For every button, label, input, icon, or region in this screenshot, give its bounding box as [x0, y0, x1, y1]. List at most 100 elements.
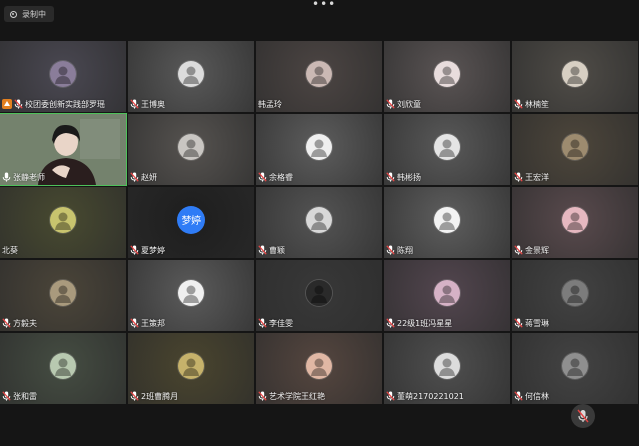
participant-tile[interactable]: 王博奥 — [128, 41, 254, 112]
participant-name: 夏梦婷 — [141, 245, 165, 255]
participant-tile[interactable]: 王宏洋 — [512, 114, 638, 185]
more-dots-icon[interactable]: ••• — [312, 0, 335, 11]
muted-mic-icon — [14, 99, 23, 109]
participant-tile[interactable]: 韩彬扬 — [384, 114, 510, 185]
muted-mic-icon — [130, 99, 139, 109]
muted-mic-icon — [514, 318, 523, 328]
participant-name: 李佳雯 — [269, 318, 293, 328]
muted-mic-icon[interactable] — [571, 404, 595, 428]
participant-name-label: 校团委创新实践部罗瑶 — [2, 98, 105, 110]
participant-name-label: 王策邦 — [130, 317, 165, 329]
participant-tile[interactable]: 艺术学院王红艳 — [256, 333, 382, 404]
participant-name-label: 林楠笙 — [514, 98, 549, 110]
participant-name: 曹颖 — [269, 245, 285, 255]
participant-name-label: 韩孟玲 — [258, 98, 282, 110]
participant-name: 董萌2170221021 — [397, 391, 464, 401]
muted-mic-icon — [258, 245, 267, 255]
participant-tile[interactable]: 2班曹腾月 — [128, 333, 254, 404]
muted-mic-icon — [514, 172, 523, 182]
participant-tile[interactable]: 梦婷 夏梦婷 — [128, 187, 254, 258]
muted-mic-icon — [130, 391, 139, 401]
participant-tile[interactable]: 余格睿 — [256, 114, 382, 185]
avatar — [434, 133, 460, 160]
participant-name: 王博奥 — [141, 99, 165, 109]
participant-tile[interactable]: 董萌2170221021 — [384, 333, 510, 404]
recording-label: 录制中 — [22, 9, 46, 19]
participant-name: 张静老师 — [13, 172, 45, 182]
participant-name-label: 艺术学院王红艳 — [258, 390, 325, 402]
muted-mic-icon — [2, 318, 11, 328]
avatar — [50, 352, 76, 379]
avatar — [306, 206, 332, 233]
participant-tile[interactable]: 刘欣童 — [384, 41, 510, 112]
participant-name: 余格睿 — [269, 172, 293, 182]
participant-name: 蒋雪琳 — [525, 318, 549, 328]
avatar — [562, 133, 588, 160]
mic-icon — [2, 172, 11, 182]
avatar — [434, 206, 460, 233]
participant-tile[interactable]: 金景辉 — [512, 187, 638, 258]
muted-mic-icon — [258, 391, 267, 401]
participant-name: 陈翔 — [397, 245, 413, 255]
participant-name: 林楠笙 — [525, 99, 549, 109]
participant-tile[interactable]: 校团委创新实践部罗瑶 — [0, 41, 126, 112]
avatar — [562, 352, 588, 379]
participant-tile[interactable]: 22级1班冯星星 — [384, 260, 510, 331]
participant-tile[interactable]: 方毅夫 — [0, 260, 126, 331]
avatar — [306, 279, 332, 306]
muted-mic-icon — [514, 99, 523, 109]
participant-name: 王宏洋 — [525, 172, 549, 182]
participant-name-label: 李佳雯 — [258, 317, 293, 329]
participant-name-label: 韩彬扬 — [386, 171, 421, 183]
participant-tile[interactable]: 何信林 — [512, 333, 638, 404]
muted-mic-icon — [386, 99, 395, 109]
muted-mic-icon — [130, 172, 139, 182]
participant-name-label: 2班曹腾月 — [130, 390, 178, 402]
muted-mic-icon — [130, 245, 139, 255]
participant-tile[interactable]: 张静老师 — [0, 113, 127, 186]
participant-name: 22级1班冯星星 — [397, 318, 453, 328]
participant-tile[interactable]: 李佳雯 — [256, 260, 382, 331]
participant-name: 王策邦 — [141, 318, 165, 328]
avatar — [562, 279, 588, 306]
participant-name: 金景辉 — [525, 245, 549, 255]
muted-mic-icon — [514, 391, 523, 401]
participant-name: 刘欣童 — [397, 99, 421, 109]
participant-name-label: 金景辉 — [514, 244, 549, 256]
participant-name-label: 曹颖 — [258, 244, 285, 256]
avatar — [434, 352, 460, 379]
participant-name: 2班曹腾月 — [141, 391, 179, 401]
recording-indicator[interactable]: 录制中 — [4, 6, 54, 22]
participant-tile[interactable]: 林楠笙 — [512, 41, 638, 112]
participant-tile[interactable]: 韩孟玲 — [256, 41, 382, 112]
muted-mic-icon — [386, 172, 395, 182]
participant-tile[interactable]: 张和雷 — [0, 333, 126, 404]
participant-tile[interactable]: 赵妍 — [128, 114, 254, 185]
muted-mic-icon — [130, 318, 139, 328]
participant-tile[interactable]: 陈翔 — [384, 187, 510, 258]
participant-name: 韩孟玲 — [258, 99, 282, 109]
muted-mic-icon — [514, 245, 523, 255]
participant-name: 校团委创新实践部罗瑶 — [25, 99, 105, 109]
avatar — [434, 60, 460, 87]
top-bar: 录制中 ••• — [0, 0, 639, 32]
muted-mic-icon — [386, 391, 395, 401]
participant-name-label: 22级1班冯星星 — [386, 317, 452, 329]
participant-tile[interactable]: 王策邦 — [128, 260, 254, 331]
avatar — [434, 279, 460, 306]
avatar — [306, 60, 332, 87]
muted-mic-icon — [386, 245, 395, 255]
participant-tile[interactable]: 北葵 — [0, 187, 126, 258]
participant-tile[interactable]: 蒋雪琳 — [512, 260, 638, 331]
participant-name-label: 夏梦婷 — [130, 244, 165, 256]
participant-tile[interactable]: 曹颖 — [256, 187, 382, 258]
participant-name-label: 王博奥 — [130, 98, 165, 110]
avatar — [50, 279, 76, 306]
participant-name-label: 蒋雪琳 — [514, 317, 549, 329]
avatar — [178, 279, 204, 306]
participant-name: 韩彬扬 — [397, 172, 421, 182]
participant-name-label: 刘欣童 — [386, 98, 421, 110]
participant-name: 何信林 — [525, 391, 549, 401]
participant-name: 张和雷 — [13, 391, 37, 401]
avatar — [50, 60, 76, 87]
